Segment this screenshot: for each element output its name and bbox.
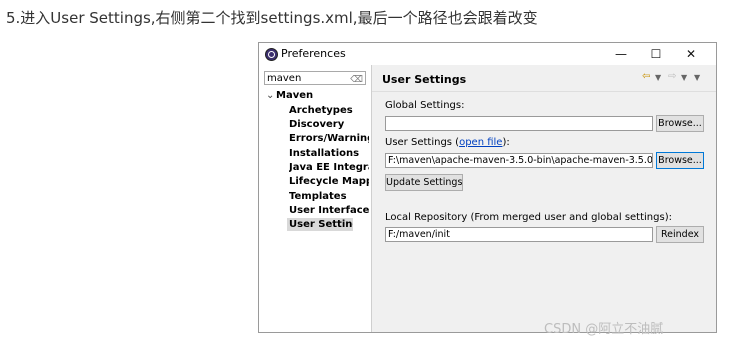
window-title: Preferences [281,47,346,60]
clear-filter-icon[interactable]: ⌫ [350,73,363,87]
user-browse-button[interactable]: Browse... [656,152,704,169]
filter-value: maven [267,73,302,84]
forward-arrow-icon[interactable]: ⇨ [668,71,676,82]
tree-item-errors-warnings[interactable]: Errors/Warnings [289,132,369,145]
tree-item-templates[interactable]: Templates [289,190,369,203]
tree-item-lifecycle-mappings[interactable]: Lifecycle Mappin [289,175,369,188]
back-dropdown-icon[interactable]: ▼ [655,73,661,82]
update-settings-button[interactable]: Update Settings [385,174,463,191]
preferences-tree-panel: maven ⌫ ⌄ Maven Archetypes Discovery Erro… [259,65,372,332]
eclipse-icon [265,48,278,61]
tree-item-discovery[interactable]: Discovery [289,118,369,131]
title-bar: Preferences — ☐ ✕ [259,43,716,65]
tree-item-user-settings[interactable]: User Settings [287,218,353,231]
tree-item-archetypes[interactable]: Archetypes [289,104,369,117]
filter-input[interactable]: maven ⌫ [264,71,366,85]
reindex-button[interactable]: Reindex [656,226,704,243]
caption-text: 5.进入User Settings,右侧第二个找到settings.xml,最后… [6,9,538,27]
forward-dropdown-icon[interactable]: ▼ [681,73,687,82]
user-settings-label-prefix: User [385,137,411,148]
view-menu-icon[interactable]: ▼ [694,73,700,82]
open-file-link[interactable]: open file [459,137,502,148]
global-settings-field[interactable] [385,116,653,131]
global-settings-label: Global Settings: [385,100,465,111]
page-title: User Settings [382,73,467,86]
user-settings-field[interactable]: F:\maven\apache-maven-3.5.0-bin\apache-m… [385,153,653,168]
watermark: CSDN @阿立不油腻 [544,322,664,337]
tree-item-user-interface[interactable]: User Interface [289,204,369,217]
tree-item-maven[interactable]: ⌄ Maven [266,90,313,101]
local-repository-label: Local Repository (From merged user and g… [385,212,672,223]
back-arrow-icon[interactable]: ⇦ [642,71,650,82]
maximize-button[interactable]: ☐ [641,45,671,63]
tree-root-label: Maven [276,90,314,101]
chevron-down-icon[interactable]: ⌄ [266,90,276,101]
minimize-button[interactable]: — [606,45,636,63]
tree-item-java-ee-integration[interactable]: Java EE Integrati [289,161,369,174]
local-repository-field: F:/maven/init [385,227,653,242]
close-button[interactable]: ✕ [676,45,706,63]
page-header: User Settings ⇦ ▼ ⇨ ▼ ▼ [372,65,716,92]
global-browse-button[interactable]: Browse... [656,115,704,132]
user-settings-label: User Settings (open file): [385,137,510,148]
tree-item-installations[interactable]: Installations [289,147,369,160]
user-settings-label-suffix: ): [502,137,510,148]
user-settings-label-mid: Settings ( [410,137,460,148]
settings-page: User Settings ⇦ ▼ ⇨ ▼ ▼ Global Settings:… [372,65,716,332]
preferences-window: Preferences — ☐ ✕ maven ⌫ ⌄ Maven Archety… [258,42,717,333]
